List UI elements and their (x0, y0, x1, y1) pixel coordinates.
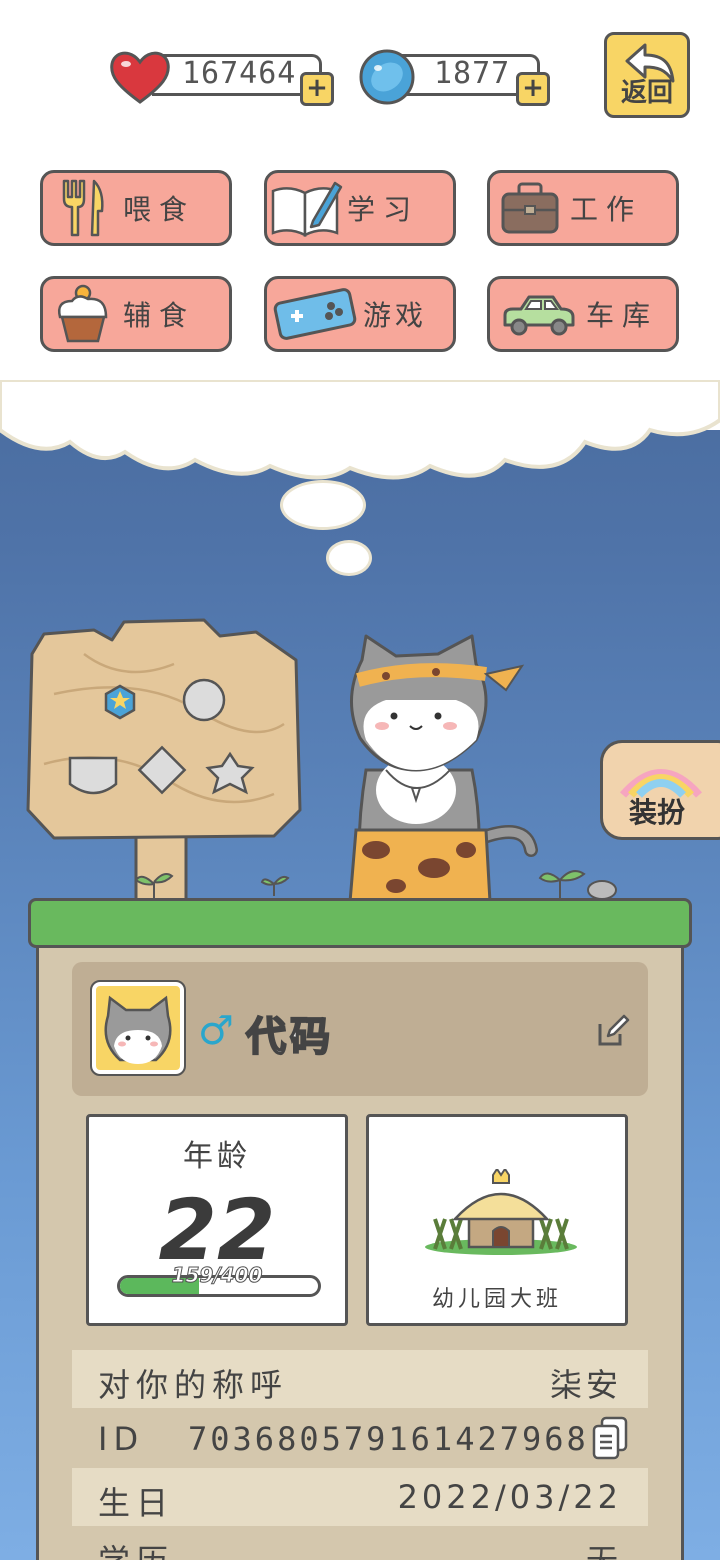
kindergarten-hut-icon (425, 1169, 577, 1255)
sprout-plant (134, 873, 174, 898)
car-icon (490, 279, 586, 349)
cat-character (348, 634, 538, 919)
age-progress-text: 159/400 (171, 1263, 263, 1288)
cupcake-icon (43, 279, 123, 349)
gem-currency: 1877 + (356, 48, 556, 106)
id-value: 703680579161427968 (188, 1420, 589, 1458)
feed-label: 喂食 (123, 193, 196, 226)
add-hearts-button[interactable]: + (300, 72, 334, 106)
game-label: 游戏 (363, 299, 428, 332)
copy-icon[interactable] (592, 1416, 628, 1460)
edit-icon[interactable] (596, 1014, 630, 1048)
school-grade-label: 幼儿园大班 (431, 1287, 562, 1312)
sprout-plant-small (260, 875, 290, 896)
briefcase-icon (490, 173, 570, 243)
male-gender-icon: ♂ (198, 1008, 234, 1054)
sprout-and-rock (538, 870, 617, 900)
nickname-key: 对你的称呼 (98, 1366, 289, 1404)
age-title: 年龄 (183, 1139, 251, 1174)
thought-cloud-edge (0, 380, 720, 480)
dress-up-label: 装扮 (629, 796, 686, 829)
fork-knife-icon (43, 173, 123, 243)
feed-button[interactable]: 喂食 (40, 170, 232, 246)
thought-bubble-large (280, 480, 366, 530)
id-row: ID 703680579161427968 (72, 1410, 648, 1468)
blue-gem-icon (359, 49, 415, 105)
game-button[interactable]: 游戏 (264, 276, 456, 352)
garage-button[interactable]: 车库 (487, 276, 679, 352)
book-pen-icon (267, 173, 347, 243)
study-label: 学习 (347, 193, 420, 226)
id-key: ID (98, 1420, 145, 1458)
snack-label: 辅食 (123, 299, 196, 332)
nickname-row: 对你的称呼 柒安 (72, 1350, 648, 1408)
birthday-key: 生日 (98, 1484, 175, 1522)
school-card[interactable]: 幼儿园大班 (366, 1114, 628, 1326)
snack-button[interactable]: 辅食 (40, 276, 232, 352)
birthday-value: 2022/03/22 (397, 1478, 622, 1516)
pet-name: 代码 (245, 1013, 334, 1061)
badge-icon-star (104, 684, 136, 720)
thought-bubble-small (326, 540, 372, 576)
education-key: 学历 (98, 1536, 174, 1560)
education-row: 学历 无 (72, 1526, 648, 1560)
add-gems-button[interactable]: + (516, 72, 550, 106)
grass-ground (28, 898, 692, 948)
age-card: 年龄 22 159/400 (86, 1114, 348, 1326)
avatar[interactable] (90, 980, 186, 1076)
nickname-value: 柒安 (549, 1366, 622, 1404)
heart-count: 167464 (182, 56, 297, 91)
gamepad-icon (267, 279, 363, 349)
heart-currency: 167464 + (108, 48, 338, 106)
work-button[interactable]: 工作 (487, 170, 679, 246)
back-label: 返回 (620, 78, 673, 108)
wooden-signboard (26, 618, 302, 904)
study-button[interactable]: 学习 (264, 170, 456, 246)
cat-avatar-icon (104, 995, 172, 1064)
dress-up-button[interactable]: 装扮 (600, 740, 720, 840)
garage-label: 车库 (586, 299, 659, 332)
gem-count: 1877 (434, 56, 511, 91)
education-value: 无 (586, 1536, 622, 1560)
back-button[interactable]: 返回 (604, 32, 690, 118)
heart-icon (110, 51, 170, 104)
work-label: 工作 (570, 193, 643, 226)
birthday-row: 生日 2022/03/22 (72, 1468, 648, 1526)
